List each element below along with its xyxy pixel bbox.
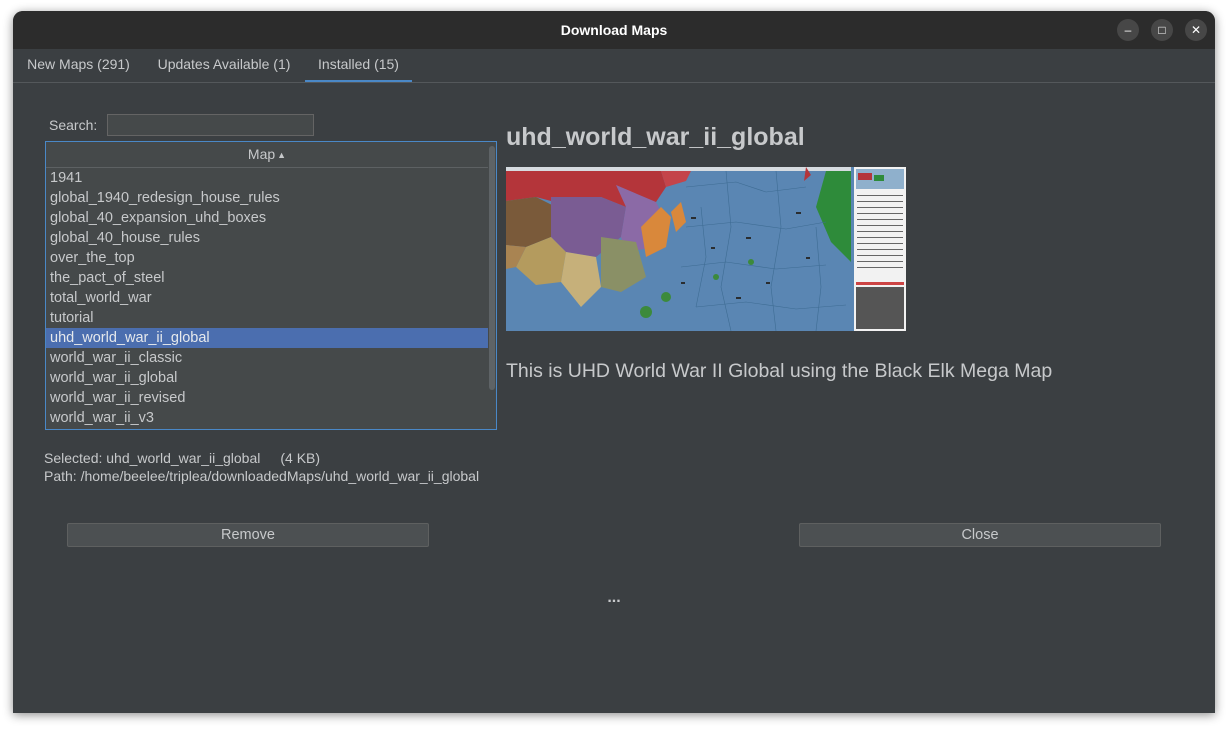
download-maps-window: Download Maps – □ ✕ New Maps (291) Updat… <box>13 11 1215 713</box>
search-input[interactable] <box>107 114 314 136</box>
maximize-icon: □ <box>1158 23 1166 37</box>
list-item[interactable]: world_war_ii_revised <box>46 388 488 408</box>
remove-button[interactable]: Remove <box>67 523 429 547</box>
status-indicator: ... <box>607 589 621 606</box>
list-item[interactable]: 1941 <box>46 168 488 188</box>
list-item[interactable]: global_1940_redesign_house_rules <box>46 188 488 208</box>
map-list-rows: 1941 global_1940_redesign_house_rules glob… <box>46 168 488 428</box>
map-column-label: Map <box>247 146 276 162</box>
map-list: Map ▲ 1941 global_1940_redesign_house_rule… <box>45 141 497 430</box>
scrollbar-thumb[interactable] <box>489 146 495 390</box>
map-title: uhd_world_war_ii_global <box>506 123 805 151</box>
list-item[interactable]: uhd_world_war_ii_global <box>46 328 488 348</box>
window-title: Download Maps <box>560 22 668 38</box>
minimize-button[interactable]: – <box>1117 19 1139 41</box>
list-item[interactable]: global_40_house_rules <box>46 228 488 248</box>
map-description: This is UHD World War II Global using th… <box>506 360 1053 382</box>
tab-updates-available[interactable]: Updates Available (1) <box>144 49 304 82</box>
world-map-thumbnail <box>506 167 906 331</box>
title-bar[interactable]: Download Maps – □ ✕ <box>13 11 1215 49</box>
list-item[interactable]: world_war_ii_classic <box>46 348 488 368</box>
selected-map-size: (4 KB) <box>280 450 321 466</box>
selected-map-label: Selected: uhd_world_war_ii_global <box>44 450 261 466</box>
minimize-icon: – <box>1124 23 1132 37</box>
maximize-button[interactable]: □ <box>1151 19 1173 41</box>
list-scrollbar[interactable] <box>488 142 496 429</box>
list-item[interactable]: world_war_ii_global <box>46 368 488 388</box>
map-preview-image <box>506 167 906 331</box>
tab-new-maps[interactable]: New Maps (291) <box>13 49 144 82</box>
selected-map-path: Path: /home/beelee/triplea/downloadedMap… <box>44 468 480 484</box>
map-column-header[interactable]: Map ▲ <box>46 142 488 168</box>
list-item[interactable]: the_pact_of_steel <box>46 268 488 288</box>
close-window-button[interactable]: ✕ <box>1185 19 1207 41</box>
list-item[interactable]: over_the_top <box>46 248 488 268</box>
list-item[interactable]: tutorial <box>46 308 488 328</box>
list-item[interactable]: total_world_war <box>46 288 488 308</box>
close-icon: ✕ <box>1190 23 1202 37</box>
list-item[interactable]: world_war_ii_v3 <box>46 408 488 428</box>
selected-map-info: Selected: uhd_world_war_ii_global (4 KB) <box>44 450 320 466</box>
list-item[interactable]: global_40_expansion_uhd_boxes <box>46 208 488 228</box>
search-label: Search: <box>49 117 98 133</box>
tab-bar: New Maps (291) Updates Available (1) Ins… <box>13 49 1215 83</box>
sort-ascending-icon: ▲ <box>277 150 287 160</box>
tab-installed[interactable]: Installed (15) <box>305 49 412 82</box>
close-button[interactable]: Close <box>799 523 1161 547</box>
